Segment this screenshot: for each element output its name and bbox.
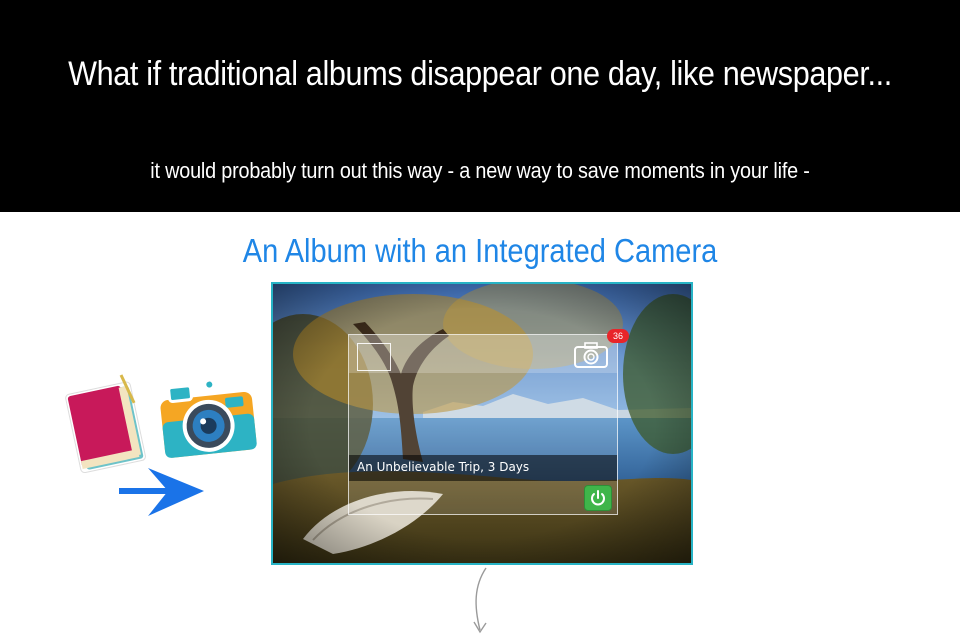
retro-camera-icon [156, 379, 261, 462]
photo-count-badge: 36 [607, 329, 629, 343]
album-book-icon [65, 374, 146, 474]
page: What if traditional albums disappear one… [0, 0, 960, 640]
caption-bar: An Unbelievable Trip, 3 Days [349, 455, 617, 481]
curved-arrow-down-icon [466, 566, 496, 638]
album-caption: An Unbelievable Trip, 3 Days [357, 460, 530, 474]
camera-icon[interactable] [573, 341, 609, 369]
arrow-right-icon [119, 468, 204, 516]
top-banner: What if traditional albums disappear one… [0, 0, 960, 212]
section-title: An Album with an Integrated Camera [242, 232, 718, 269]
album-photo-frame[interactable]: 36 An Unbelievable Trip, 3 Days [271, 282, 693, 565]
thumbnail-preview[interactable] [357, 343, 391, 371]
power-icon[interactable] [584, 485, 612, 511]
camera-overlay-widget: 36 An Unbelievable Trip, 3 Days [348, 329, 629, 515]
concept-illustration [52, 370, 272, 530]
headline: What if traditional albums disappear one… [68, 55, 892, 93]
subheadline: it would probably turn out this way - a … [150, 158, 810, 183]
